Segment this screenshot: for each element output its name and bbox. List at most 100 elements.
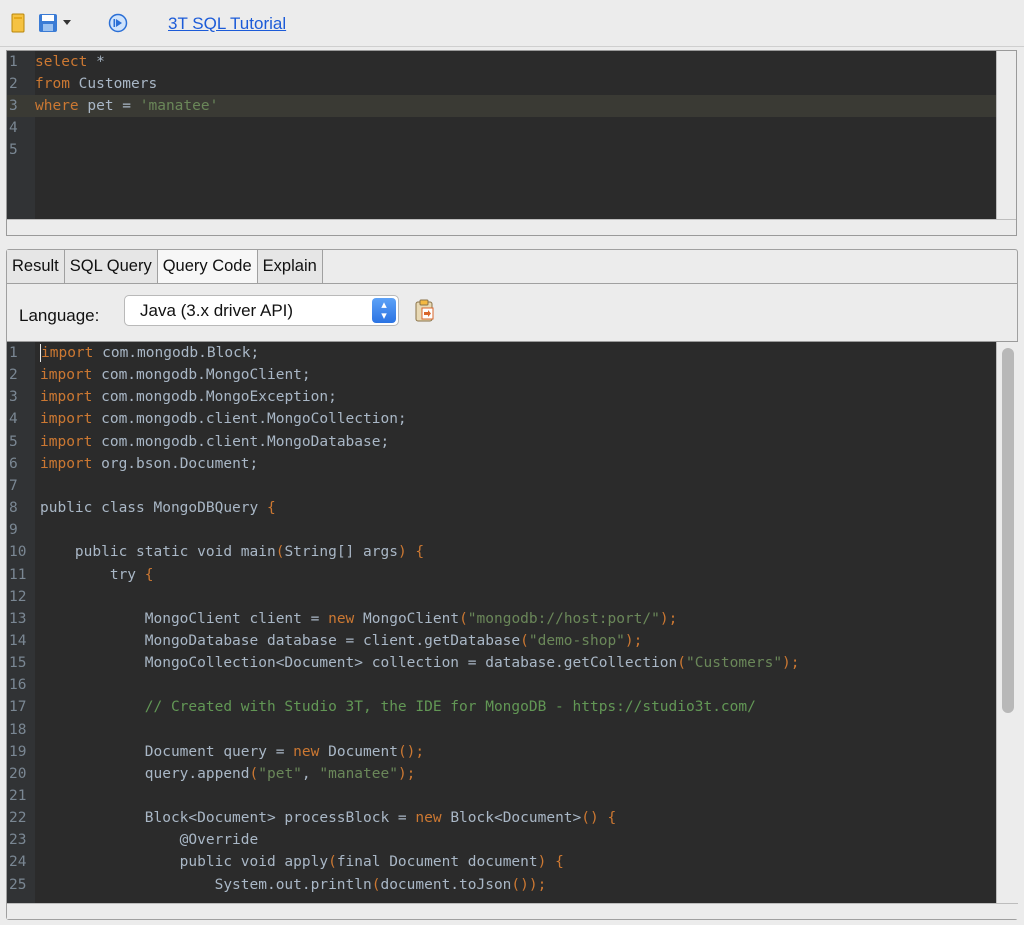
horizontal-scrollbar[interactable] (7, 903, 1018, 919)
code-line[interactable]: 2 import com.mongodb.MongoClient; (7, 364, 995, 386)
code-token: @Override (40, 832, 259, 849)
code-token: "Customers" (686, 655, 783, 672)
code-token: com.mongodb.Block; (93, 345, 260, 361)
code-token: query.append (40, 765, 250, 782)
code-line[interactable]: 16 (7, 674, 995, 696)
code-token: org.bson.Document; (92, 455, 259, 472)
line-number: 2 (9, 367, 18, 384)
code-line[interactable]: 5 import com.mongodb.client.MongoDatabase… (7, 431, 995, 453)
code-line[interactable]: 18 (7, 719, 995, 741)
code-token: public class MongoDBQuery (40, 500, 267, 517)
code-line[interactable]: 20 query.append("pet", "manatee"); (7, 763, 995, 785)
code-line[interactable]: 17 // Created with Studio 3T, the IDE fo… (7, 696, 995, 718)
code-line[interactable]: 3 import com.mongodb.MongoException; (7, 386, 995, 408)
save-icon[interactable] (37, 12, 59, 34)
code-line[interactable]: 15 MongoCollection<Document> collection … (7, 652, 995, 674)
tab-sql-query[interactable]: SQL Query (64, 250, 158, 283)
code-line[interactable]: 8 public class MongoDBQuery { (7, 497, 995, 519)
studio3t-window: 3T SQL Tutorial 1 select * 2 from Customers… (0, 0, 1024, 925)
language-select[interactable]: Java (3.x driver API) ▴ ▾ (124, 295, 399, 326)
code-token: ) { (537, 854, 564, 871)
line-number: 12 (9, 588, 27, 605)
code-token: public static void main (40, 544, 276, 561)
open-folder-icon[interactable] (7, 12, 29, 34)
dropdown-arrow-icon[interactable] (61, 12, 73, 34)
code-token: new (328, 610, 355, 627)
code-token: Document query = (40, 743, 294, 760)
code-line[interactable]: 14 MongoDatabase database = client.getDa… (7, 630, 995, 652)
code-line[interactable]: 5 (7, 139, 997, 161)
line-number: 13 (9, 610, 27, 627)
code-token: import (40, 389, 93, 406)
code-line[interactable]: 12 (7, 586, 995, 608)
code-token: com.mongodb.client.MongoDatabase; (92, 433, 390, 450)
code-token: Document (319, 743, 398, 760)
code-line[interactable]: 22 Block<Document> processBlock = new Bl… (7, 807, 995, 829)
code-token: * (87, 54, 105, 70)
code-token: ( (520, 632, 529, 649)
code-token: new (293, 743, 320, 760)
tabs-divider (7, 283, 1017, 284)
code-token: (); (397, 743, 425, 760)
code-token: ( (249, 765, 259, 782)
line-number: 11 (9, 566, 27, 583)
code-token: System.out.println (40, 876, 372, 893)
code-line[interactable]: 6 import org.bson.Document; (7, 453, 995, 475)
line-number: 17 (9, 699, 27, 716)
line-number: 16 (9, 677, 27, 694)
tab-result[interactable]: Result (7, 250, 65, 283)
line-number: 23 (9, 832, 27, 849)
code-token: MongoClient client = (40, 610, 329, 627)
tab-query-code[interactable]: Query Code (157, 250, 258, 283)
code-line[interactable]: 11 try { (7, 564, 995, 586)
result-tabs: Result SQL Query Query Code Explain (7, 250, 323, 283)
code-token: , (301, 765, 320, 782)
execute-icon[interactable] (107, 12, 129, 34)
code-line[interactable]: 23 @Override (7, 829, 995, 851)
code-line[interactable]: 7 (7, 475, 995, 497)
vertical-scrollbar[interactable] (996, 51, 1016, 221)
line-number: 14 (9, 632, 27, 649)
code-line[interactable]: 1 import com.mongodb.Block; (7, 342, 995, 364)
code-line[interactable]: 19 Document query = new Document(); (7, 741, 995, 763)
line-number: 1 (9, 345, 18, 361)
code-line[interactable]: 2 from Customers (7, 73, 997, 95)
line-number: 8 (9, 500, 18, 517)
code-line[interactable]: 9 (7, 519, 995, 541)
code-line[interactable]: 21 (7, 785, 995, 807)
code-token: MongoClient (354, 610, 460, 627)
code-token: Block<Document> (441, 810, 582, 827)
vertical-scrollbar[interactable] (996, 342, 1018, 919)
select-stepper-icon: ▴ ▾ (372, 298, 396, 323)
code-token: from (35, 76, 70, 92)
code-token: String[] args (284, 544, 398, 561)
line-number: 3 (9, 98, 18, 114)
code-line[interactable]: 13 MongoClient client = new MongoClient(… (7, 608, 995, 630)
code-line[interactable]: 25 System.out.println(document.toJson())… (7, 874, 995, 896)
code-token: import (40, 367, 93, 384)
sql-tutorial-link[interactable]: 3T SQL Tutorial (168, 14, 286, 34)
code-token: import (40, 433, 93, 450)
line-number: 20 (9, 765, 27, 782)
language-selected-value: Java (3.x driver API) (140, 301, 294, 320)
scrollbar-thumb[interactable] (1002, 348, 1014, 713)
code-line[interactable]: 1 select * (7, 51, 997, 73)
code-token: com.mongodb.MongoClient; (92, 367, 311, 384)
code-line[interactable]: 3 where pet = 'manatee' (7, 95, 997, 117)
toolbar: 3T SQL Tutorial (0, 0, 1024, 47)
line-number: 2 (9, 76, 18, 92)
code-line[interactable]: 4 (7, 117, 997, 139)
sql-query-editor[interactable]: 1 select * 2 from Customers 3 where pet = 'ma… (6, 50, 1017, 236)
code-line[interactable]: 10 public static void main(String[] args… (7, 541, 995, 563)
code-token: com.mongodb.client.MongoCollection; (92, 411, 407, 428)
copy-code-button[interactable] (414, 299, 436, 323)
code-token: ); (782, 655, 800, 672)
code-token: select (35, 54, 88, 70)
code-token: 'manatee' (139, 98, 219, 114)
query-code-editor[interactable]: 1 import com.mongodb.Block; 2 import com.mo… (7, 341, 1018, 919)
code-line[interactable]: 4 import com.mongodb.client.MongoCollecti… (7, 408, 995, 430)
tab-explain[interactable]: Explain (257, 250, 323, 283)
code-token: MongoDatabase database = client.getDatab… (40, 632, 521, 649)
code-line[interactable]: 24 public void apply(final Document docu… (7, 851, 995, 873)
horizontal-scrollbar[interactable] (7, 219, 1016, 235)
